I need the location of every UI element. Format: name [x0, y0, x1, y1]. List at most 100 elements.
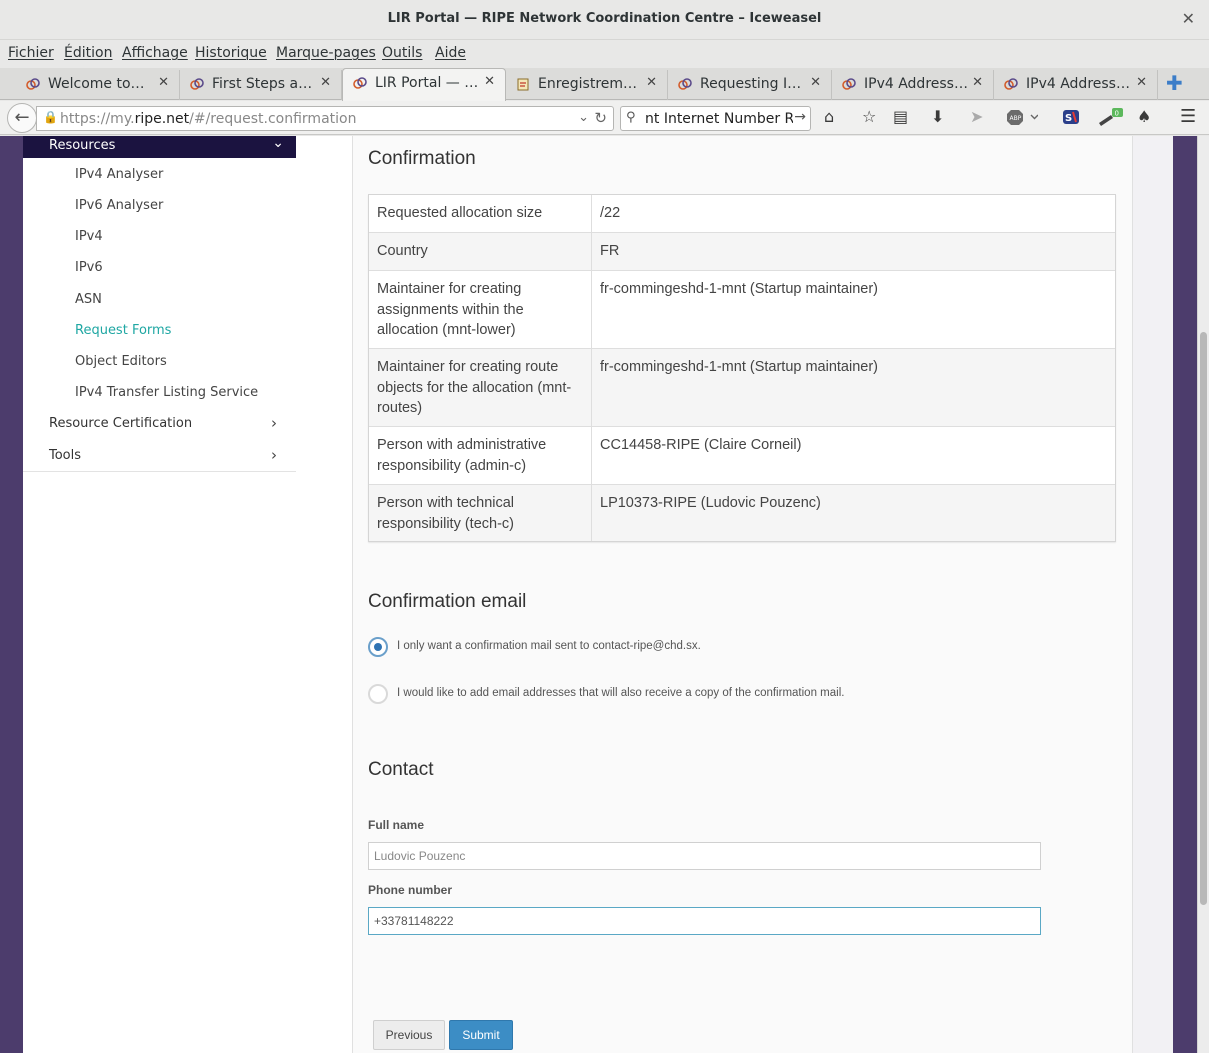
tab-label: Requesting In… — [700, 76, 804, 92]
reading-list-icon[interactable]: ▤ — [893, 108, 908, 126]
sidebar-item-ipv4-transfer-listing[interactable]: IPv4 Transfer Listing Service — [75, 385, 258, 400]
reload-icon[interactable]: ↻ — [594, 109, 607, 127]
download-icon[interactable]: ⬇ — [931, 108, 944, 126]
home-icon[interactable]: ⌂ — [824, 108, 834, 126]
back-button[interactable]: ← — [7, 103, 37, 133]
chevron-right-icon[interactable]: › — [271, 414, 277, 432]
sidebar-item-asn[interactable]: ASN — [75, 292, 102, 307]
contact-title: Contact — [368, 759, 434, 780]
sidebar-item-ipv6-analyser[interactable]: IPv6 Analyser — [75, 198, 163, 213]
tab-strip: Welcome to t… ✕ First Steps as … ✕ LIR P… — [0, 68, 1209, 101]
chevron-right-icon[interactable]: › — [271, 446, 277, 464]
menu-outils[interactable]: Outils — [382, 45, 422, 61]
tab-close-icon[interactable]: ✕ — [484, 74, 495, 89]
tab-welcome[interactable]: Welcome to t… ✕ — [16, 70, 180, 100]
confirmation-email-radio-only[interactable] — [368, 637, 388, 657]
sidebar-item-ipv4[interactable]: IPv4 — [75, 229, 103, 244]
phone-number-input[interactable] — [368, 907, 1041, 935]
menu-marque-pages[interactable]: Marque-pages — [276, 45, 376, 61]
tab-close-icon[interactable]: ✕ — [320, 75, 331, 90]
row-key: Country — [377, 243, 428, 259]
url-bar[interactable]: 🔒 https://my.ripe.net/#/request.confirma… — [36, 106, 614, 131]
column-divider — [591, 349, 592, 426]
menu-bar: Fichier Édition Affichage Historique Mar… — [0, 41, 1209, 68]
navigation-toolbar: 🔒 https://my.ripe.net/#/request.confirma… — [0, 101, 1209, 135]
sidebar-item-object-editors[interactable]: Object Editors — [75, 354, 167, 369]
confirmation-email-option-additional-label: I would like to add email addresses that… — [397, 687, 845, 699]
sidebar-item-tools[interactable]: Tools — [49, 448, 81, 463]
column-divider — [591, 485, 592, 541]
tab-close-icon[interactable]: ✕ — [972, 75, 983, 90]
chevron-down-icon: ⌄ — [272, 136, 284, 151]
previous-button[interactable]: Previous — [373, 1020, 445, 1050]
new-tab-icon[interactable]: ✚ — [1166, 73, 1183, 93]
full-name-input[interactable] — [368, 842, 1041, 870]
tab-label: First Steps as … — [212, 76, 316, 92]
search-box[interactable]: ⚲ → — [620, 106, 811, 131]
svg-text:S: S — [1065, 113, 1072, 124]
confirmation-email-title: Confirmation email — [368, 591, 527, 612]
row-key: Person with technical responsibility (te… — [377, 495, 515, 532]
sidebar-item-request-forms[interactable]: Request Forms — [75, 323, 171, 338]
document-favicon-icon — [517, 78, 529, 91]
sidebar-item-ipv6[interactable]: IPv6 — [75, 260, 103, 275]
row-key: Maintainer for creating route objects fo… — [377, 359, 572, 416]
url-history-dropdown-icon[interactable]: ⌄ — [578, 110, 589, 125]
tab-ipv4-address-1[interactable]: IPv4 Address … ✕ — [832, 70, 994, 100]
tab-close-icon[interactable]: ✕ — [810, 75, 821, 90]
pocket-icon[interactable]: ♠ — [1137, 108, 1151, 126]
sidebar-item-ipv4-analyser[interactable]: IPv4 Analyser — [75, 167, 163, 182]
tab-enregistrement[interactable]: Enregistreme… ✕ — [506, 70, 668, 100]
confirmation-email-radio-additional[interactable] — [368, 684, 388, 704]
table-row: Maintainer for creating assignments with… — [369, 270, 1115, 348]
url-text: https://my.ripe.net/#/request.confirmati… — [60, 111, 357, 127]
menu-edition[interactable]: Édition — [64, 45, 112, 61]
left-purple-band — [0, 136, 23, 1053]
adblock-icon[interactable]: ABP — [1006, 108, 1039, 130]
window-titlebar: LIR Portal — RIPE Network Coordination C… — [0, 0, 1209, 40]
full-name-label: Full name — [368, 818, 425, 832]
column-divider — [591, 427, 592, 484]
submit-button[interactable]: Submit — [449, 1020, 513, 1050]
scrollbar-thumb[interactable] — [1200, 332, 1207, 905]
tab-close-icon[interactable]: ✕ — [1136, 75, 1147, 90]
tab-close-icon[interactable]: ✕ — [646, 75, 657, 90]
back-arrow-icon: ← — [14, 107, 30, 128]
ssl-extension-icon[interactable]: S — [1062, 108, 1080, 130]
phone-number-label: Phone number — [368, 883, 453, 897]
tab-close-icon[interactable]: ✕ — [158, 75, 169, 90]
page-scrollbar[interactable] — [1197, 136, 1209, 1053]
tab-label: IPv4 Address … — [1026, 76, 1130, 92]
table-row: Maintainer for creating route objects fo… — [369, 348, 1115, 426]
search-input[interactable] — [645, 109, 793, 128]
row-value: FR — [600, 243, 620, 259]
ripe-favicon-icon — [1004, 78, 1018, 90]
confirmation-title: Confirmation — [368, 148, 476, 169]
column-divider — [591, 233, 592, 270]
right-purple-band — [1173, 136, 1197, 1053]
row-value: fr-commingeshd-1-mnt (Startup maintainer… — [600, 359, 879, 375]
row-value: CC14458-RIPE (Claire Corneil) — [600, 437, 802, 453]
sidebar: Resources ⌄ IPv4 Analyser IPv6 Analyser … — [23, 136, 353, 1053]
tab-ipv4-address-2[interactable]: IPv4 Address … ✕ — [994, 70, 1158, 100]
ripe-favicon-icon — [842, 78, 856, 90]
search-go-icon[interactable]: → — [794, 109, 806, 125]
greasemonkey-icon[interactable]: 0 — [1097, 108, 1125, 132]
tab-first-steps[interactable]: First Steps as … ✕ — [180, 70, 342, 100]
tab-requesting[interactable]: Requesting In… ✕ — [668, 70, 832, 100]
bookmark-star-icon[interactable]: ☆ — [862, 108, 876, 126]
tab-label: IPv4 Address … — [864, 76, 968, 92]
confirmation-email-option-only-label: I only want a confirmation mail sent to … — [397, 640, 701, 652]
tab-lir-portal[interactable]: LIR Portal — R… ✕ — [342, 68, 506, 101]
sidebar-item-resource-certification[interactable]: Resource Certification — [49, 416, 192, 431]
window-close-icon[interactable]: ✕ — [1182, 9, 1195, 28]
table-row: Country FR — [369, 232, 1115, 270]
sidebar-resources[interactable]: Resources ⌄ — [23, 136, 296, 158]
menu-historique[interactable]: Historique — [195, 45, 267, 61]
hamburger-menu-icon[interactable]: ☰ — [1180, 108, 1196, 126]
send-icon[interactable]: ➤ — [970, 108, 983, 126]
menu-affichage[interactable]: Affichage — [122, 45, 188, 61]
menu-fichier[interactable]: Fichier — [8, 45, 54, 61]
main-content: Confirmation Requested allocation size /… — [353, 136, 1132, 1053]
menu-aide[interactable]: Aide — [435, 45, 466, 61]
